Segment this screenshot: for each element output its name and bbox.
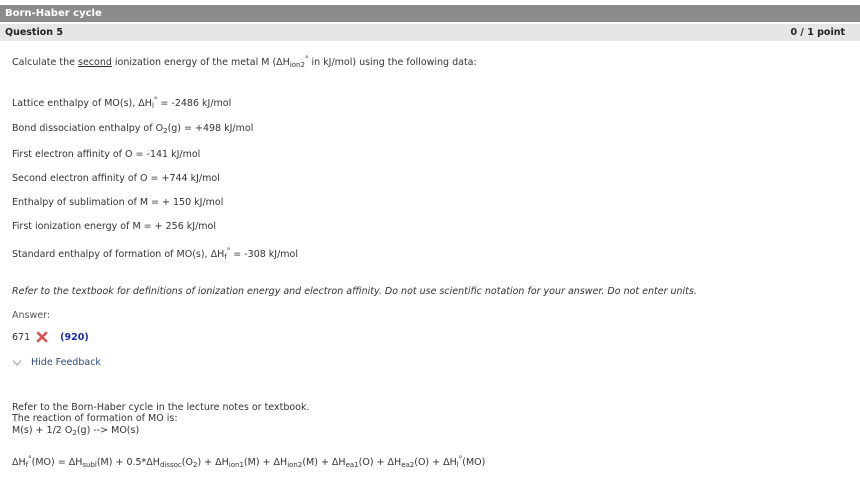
equation-text: (M) + 0.5*ΔH [96,457,160,468]
data-text: = -308 kJ/mol [230,249,299,260]
data-text: Second electron affinity of O = +744 kJ/… [12,173,220,184]
equation-text: ΔH [12,457,26,468]
instruction-text: Refer to the textbook for definitions of… [12,286,697,297]
reaction-text: (g) --> MO(s) [76,425,140,436]
equation-text: (O) + ΔH [358,457,402,468]
hide-feedback-label: Hide Feedback [31,357,101,368]
prompt-text: Calculate the [12,57,78,68]
equation-subscript: ea2 [401,461,415,469]
prompt-text: in kJ/mol) using the following data: [308,57,477,68]
prompt-underlined: second [78,57,112,68]
x-icon [36,331,48,343]
feedback-line: The reaction of formation of MO is: [12,413,178,424]
equation-text: (M) + ΔH [302,457,346,468]
data-text: = -2486 kJ/mol [157,98,232,109]
feedback-equation: ΔHf°(MO) = ΔHsubl(M) + 0.5*ΔHdissoc(O2) … [12,455,485,469]
equation-text: (O) + ΔH [414,457,457,468]
prompt-text: ionization energy of the metal M (ΔH [111,57,290,68]
equation-text: (M) + ΔH [243,457,288,468]
data-line: Enthalpy of sublimation of M = + 150 kJ/… [12,197,223,208]
data-text: Standard enthalpy of formation of MO(s),… [12,249,225,260]
reaction-text: M(s) + 1/2 O [12,425,73,436]
hide-feedback-toggle[interactable]: Hide Feedback [12,357,101,368]
data-line: Lattice enthalpy of MO(s), ΔHl° = -2486 … [12,96,231,110]
answer-value: 671 [12,331,31,343]
data-line: First ionization energy of M = + 256 kJ/… [12,221,216,232]
equation-subscript: ion1 [228,461,244,469]
data-line: Standard enthalpy of formation of MO(s),… [12,247,298,261]
equation-text: (MO) [462,457,486,468]
question-points: 0 / 1 point [790,27,846,38]
question-header: Question 5 0 / 1 point [0,24,860,41]
data-line: Second electron affinity of O = +744 kJ/… [12,173,220,184]
data-line: Bond dissociation enthalpy of O2(g) = +4… [12,123,253,135]
prompt-subscript: ion2 [289,61,305,69]
equation-text: (O [181,457,193,468]
data-text: First ionization energy of M = + 256 kJ/… [12,221,216,232]
chevron-down-icon [12,359,22,366]
feedback-reaction: M(s) + 1/2 O2(g) --> MO(s) [12,425,139,437]
quiz-title: Born-Haber cycle [0,5,860,22]
equation-subscript: ea1 [345,461,359,469]
equation-subscript: dissoc [159,461,182,469]
data-text: First electron affinity of O = -141 kJ/m… [12,149,201,160]
correct-answer: (920) [60,331,89,343]
feedback-line: Refer to the Born-Haber cycle in the lec… [12,402,310,413]
equation-text: ) + ΔH [197,457,229,468]
equation-text: (MO) = ΔH [31,457,83,468]
data-text: Bond dissociation enthalpy of O [12,123,164,134]
answer-row: 671 (920) [12,330,89,344]
equation-subscript: ion2 [287,461,303,469]
question-number: Question 5 [5,27,63,38]
data-text: (g) = +498 kJ/mol [167,123,254,134]
data-text: Lattice enthalpy of MO(s), ΔH [12,98,152,109]
answer-label: Answer: [12,310,51,321]
data-line: First electron affinity of O = -141 kJ/m… [12,149,200,160]
data-text: Enthalpy of sublimation of M = + 150 kJ/… [12,197,224,208]
question-prompt: Calculate the second ionization energy o… [12,55,477,69]
equation-subscript: subl [82,461,97,469]
